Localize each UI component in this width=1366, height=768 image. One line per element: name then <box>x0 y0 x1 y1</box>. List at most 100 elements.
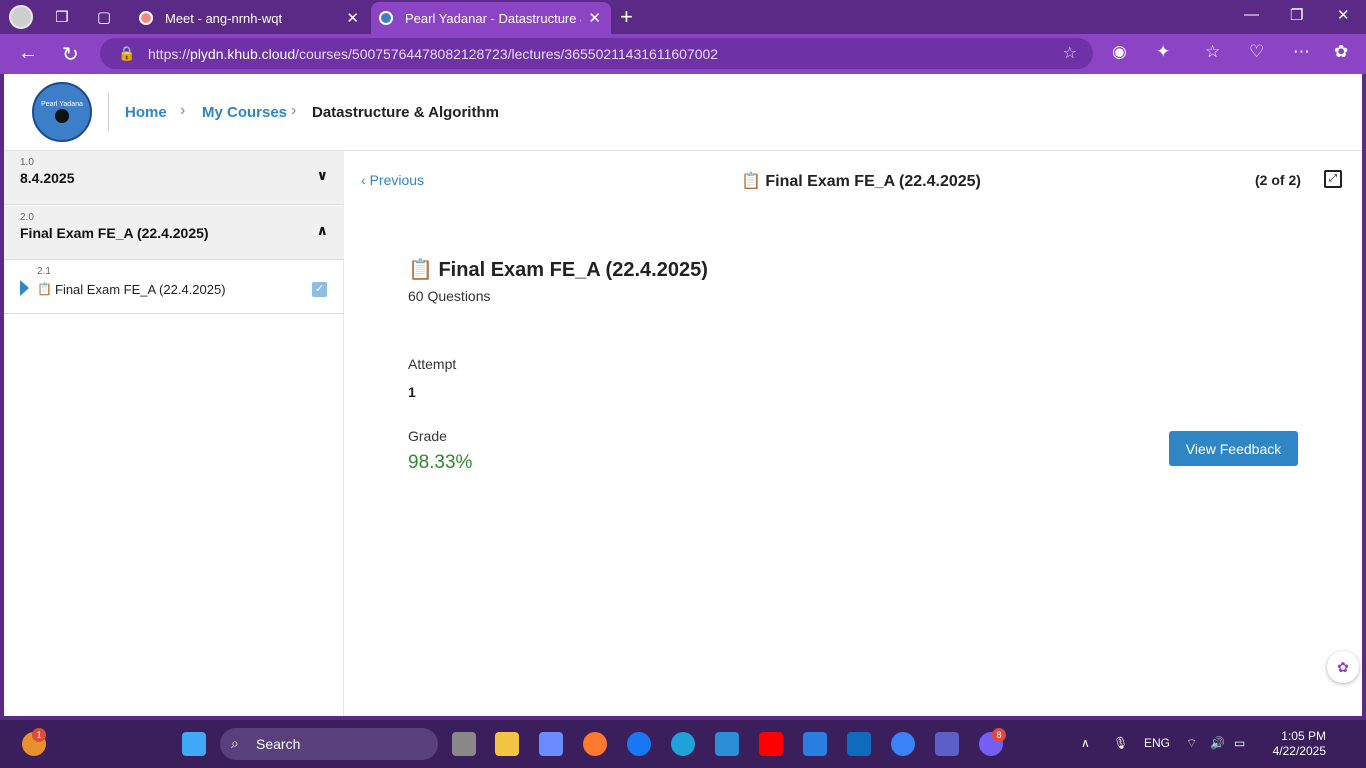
lock-icon[interactable]: 🔒 <box>118 45 135 62</box>
file-explorer-icon[interactable] <box>495 732 519 756</box>
window-close-icon[interactable]: ✕ <box>1337 6 1350 24</box>
section-number: 1.0 <box>20 157 34 168</box>
restore-icon[interactable]: ❐ <box>1290 6 1303 24</box>
pearl-icon <box>55 108 69 123</box>
lesson-number: 2.1 <box>37 266 51 277</box>
exam-title: 📋 Final Exam FE_A (22.4.2025) <box>408 257 708 282</box>
browser-toolbar: ← ↻ 🔒 https://plydn.khub.cloud/courses/5… <box>0 34 1366 74</box>
recording-icon <box>139 11 153 25</box>
clipboard-icon: 📋 <box>741 173 766 190</box>
copilot-app-icon[interactable] <box>539 732 563 756</box>
favorites-icon[interactable]: ☆ <box>1205 42 1220 62</box>
previous-button[interactable]: ‹ Previous <box>361 172 424 188</box>
breadcrumb-home[interactable]: Home <box>125 104 167 121</box>
vscode-icon[interactable] <box>715 732 739 756</box>
tab-meet[interactable]: Meet - ang-nrnh-wqt ✕ <box>137 2 369 34</box>
favorite-star-icon[interactable]: ☆ <box>1063 43 1077 63</box>
weather-badge: 1 <box>32 728 46 742</box>
microphone-icon[interactable]: 🎙 <box>1113 736 1128 750</box>
language-indicator[interactable]: ENG <box>1144 736 1170 750</box>
url-host: plydn.khub.cloud <box>190 45 296 62</box>
refresh-icon[interactable]: ↻ <box>62 42 79 67</box>
fullscreen-icon[interactable]: ⤢ <box>1324 170 1342 188</box>
previous-label: Previous <box>369 172 425 188</box>
view-feedback-button[interactable]: View Feedback <box>1169 431 1298 466</box>
taskbar-search[interactable]: ⌕ Search <box>220 728 438 760</box>
wifi-icon[interactable]: ⌔ <box>1186 736 1197 751</box>
workspaces-icon[interactable]: ❒ <box>51 6 73 28</box>
show-hidden-icons[interactable]: ∧ <box>1081 736 1090 750</box>
lesson-title: Final Exam FE_A (22.4.2025) <box>55 282 226 297</box>
breadcrumb-current: Datastructure & Algorithm <box>312 104 499 121</box>
chevron-right-icon: › <box>180 102 186 119</box>
breadcrumb-my-courses[interactable]: My Courses <box>202 104 287 121</box>
search-label: Search <box>256 736 301 752</box>
current-lesson-icon <box>20 280 29 296</box>
chevron-left-icon: ‹ <box>361 172 370 188</box>
clock-time: 1:05 PM <box>1281 729 1326 743</box>
section-header[interactable]: 2.0 Final Exam FE_A (22.4.2025) ∧ <box>4 206 344 260</box>
completed-checkbox-icon[interactable]: ✓ <box>312 282 327 297</box>
outlook-icon[interactable] <box>847 732 871 756</box>
system-clock[interactable]: 1:05 PM 4/22/2025 <box>1264 729 1326 759</box>
copilot-icon[interactable]: ✿ <box>1334 42 1348 62</box>
browser-tab-bar: ❒ ▢ Meet - ang-nrnh-wqt ✕ Pearl Yadanar … <box>0 0 1366 34</box>
chevron-right-icon: › <box>291 102 297 119</box>
divider <box>108 94 109 130</box>
volume-icon[interactable]: 🔊 <box>1210 736 1225 750</box>
close-icon[interactable]: ✕ <box>588 9 601 27</box>
clipboard-icon: 📋 <box>37 282 52 296</box>
messenger-icon[interactable] <box>891 732 915 756</box>
youtube-icon[interactable] <box>759 732 783 756</box>
lesson-item[interactable]: 2.1 📋 Final Exam FE_A (22.4.2025) ✓ <box>4 260 344 314</box>
battery-icon[interactable]: ▭ <box>1234 736 1245 750</box>
logo-text: Pearl Yadana <box>41 101 83 109</box>
lecture-title-text: Final Exam FE_A (22.4.2025) <box>765 173 981 190</box>
facebook-icon[interactable] <box>627 732 651 756</box>
site-logo[interactable]: Pearl Yadana <box>32 82 92 142</box>
more-menu-icon[interactable]: ⋯ <box>1293 42 1310 62</box>
clipboard-icon: 📋 <box>408 259 439 281</box>
section-title: Final Exam FE_A (22.4.2025) <box>20 225 209 241</box>
copilot-float-icon[interactable]: ✿ <box>1327 651 1359 683</box>
extensions-icon[interactable]: ✦ <box>1156 42 1170 62</box>
copilot-extension-icon[interactable]: ◉ <box>1112 42 1127 62</box>
exam-title-text: Final Exam FE_A (22.4.2025) <box>438 259 708 281</box>
tab-actions-icon[interactable]: ▢ <box>93 6 115 28</box>
clock-date: 4/22/2025 <box>1272 744 1326 758</box>
address-bar[interactable]: 🔒 https://plydn.khub.cloud/courses/50075… <box>100 38 1093 69</box>
minimize-icon[interactable]: — <box>1244 6 1259 23</box>
edge-icon[interactable] <box>671 732 695 756</box>
lecture-counter: (2 of 2) <box>1255 172 1301 188</box>
teams-icon[interactable] <box>935 732 959 756</box>
chevron-down-icon[interactable]: ∨ <box>317 167 328 184</box>
store-icon[interactable] <box>803 732 827 756</box>
page-content: Pearl Yadana Home › My Courses › Datastr… <box>4 74 1362 716</box>
tab-label: Meet - ang-nrnh-wqt <box>165 10 283 26</box>
section-header[interactable]: 1.0 8.4.2025 ∨ <box>4 151 344 205</box>
attempt-value: 1 <box>408 384 416 400</box>
performance-icon[interactable]: ♡ <box>1249 42 1264 62</box>
grade-label: Grade <box>408 428 447 444</box>
profile-avatar[interactable] <box>9 5 33 29</box>
course-sidebar: 1.0 8.4.2025 ∨ 2.0 Final Exam FE_A (22.4… <box>4 151 344 716</box>
start-icon[interactable] <box>182 732 206 756</box>
tab-label: Pearl Yadanar - Datastructure & A <box>405 10 581 26</box>
grade-value: 98.33% <box>408 452 473 473</box>
site-header: Pearl Yadana Home › My Courses › Datastr… <box>4 74 1362 151</box>
firefox-icon[interactable] <box>583 732 607 756</box>
tab-pearl-yadanar[interactable]: Pearl Yadanar - Datastructure & A ✕ <box>371 2 611 34</box>
chevron-up-icon[interactable]: ∧ <box>317 222 328 239</box>
windows-taskbar: 1 ⌕ Search 8 ∧ 🎙 ENG ⌔ 🔊 ▭ 1:05 PM 4/22/… <box>0 720 1366 768</box>
search-icon: ⌕ <box>231 735 239 751</box>
task-view-icon[interactable] <box>452 732 476 756</box>
url-prefix: https:// <box>148 45 191 62</box>
new-tab-icon[interactable]: + <box>620 4 633 30</box>
lecture-main: ‹ Previous 📋 Final Exam FE_A (22.4.2025)… <box>345 151 1362 716</box>
url-path: /courses/5007576447808212872​3/lectures/… <box>295 45 719 62</box>
viber-badge: 8 <box>992 728 1006 742</box>
lecture-title: 📋 Final Exam FE_A (22.4.2025) <box>741 171 981 191</box>
back-icon[interactable]: ← <box>18 42 38 65</box>
attempt-label: Attempt <box>408 356 457 372</box>
close-icon[interactable]: ✕ <box>346 9 359 27</box>
